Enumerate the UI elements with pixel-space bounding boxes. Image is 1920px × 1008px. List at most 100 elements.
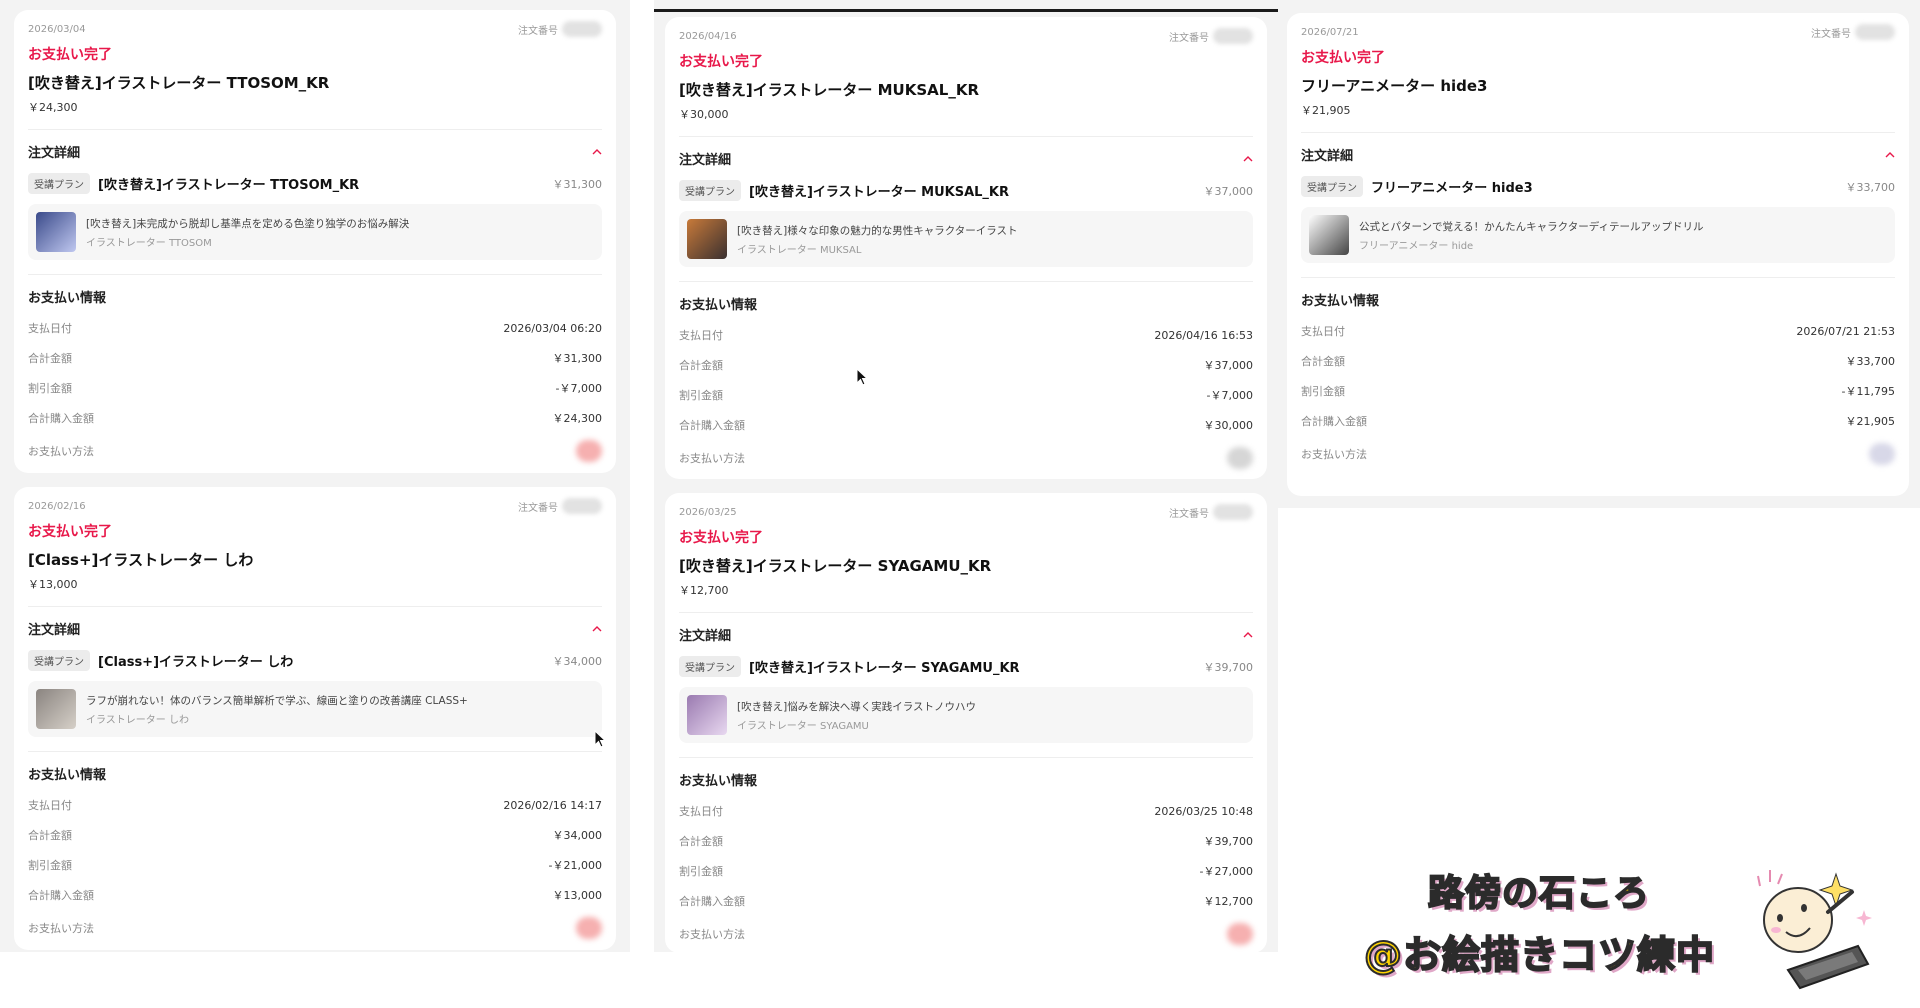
- order-card: 2026/04/16 注文番号 お支払い完了 [吹き替え]イラストレーター MU…: [665, 17, 1267, 479]
- card-header: 2026/02/16 注文番号: [28, 487, 602, 517]
- order-title: [Class+]イラストレーター しわ: [28, 551, 254, 569]
- payment-status: お支払い完了: [679, 54, 763, 70]
- order-card: 2026/03/25 注文番号 お支払い完了 [吹き替え]イラストレーター SY…: [665, 493, 1267, 953]
- purchase-total-value: ￥30,000: [1203, 419, 1254, 432]
- order-number-redacted: [1213, 504, 1253, 520]
- payment-date-value: 2026/07/21 21:53: [1796, 324, 1895, 338]
- payment-info-label: お支払い情報: [679, 298, 758, 313]
- card-header: 2026/03/25 注文番号: [679, 493, 1253, 523]
- order-details-heading: 注文詳細: [679, 153, 732, 168]
- course-title: ラフが崩れない！体のバランス簡単解析で学ぶ、線画と塗りの改善講座 CLASS+: [86, 694, 468, 707]
- total-amount-label: 合計金額: [28, 829, 72, 842]
- course-author: フリーアニメーター hide: [1359, 240, 1474, 252]
- payment-method-icon: [1227, 447, 1253, 469]
- order-column-1: 2026/03/04 注文番号 お支払い完了 [吹き替え]イラストレーター TT…: [0, 0, 630, 952]
- divider: [1301, 277, 1895, 278]
- order-date: 2026/04/16: [679, 30, 737, 42]
- total-amount-value: ￥39,700: [1203, 835, 1254, 848]
- divider: [1301, 132, 1895, 133]
- course-item[interactable]: [吹き替え]様々な印象の魅力的な男性キャラクターイラスト イラストレーター MU…: [679, 211, 1253, 267]
- order-details-toggle[interactable]: 注文詳細: [679, 625, 1253, 644]
- order-details-toggle[interactable]: 注文詳細: [28, 142, 602, 161]
- discount-value: -￥7,000: [1206, 389, 1253, 402]
- course-item[interactable]: 公式とパターンで覚える！かんたんキャラクターディテールアップドリル フリーアニメ…: [1301, 207, 1895, 263]
- order-column-3: 2026/07/21 注文番号 お支払い完了 フリーアニメーター hide3 ￥…: [1278, 0, 1920, 508]
- payment-status: お支払い完了: [28, 524, 112, 540]
- purchase-total-value: ￥21,905: [1845, 415, 1896, 428]
- payment-date-value: 2026/03/25 10:48: [1154, 804, 1253, 818]
- payment-date-row: 支払日付 2026/04/16 16:53: [679, 327, 1253, 343]
- chevron-up-icon[interactable]: [1243, 630, 1253, 640]
- discount-row: 割引金額 -￥21,000: [28, 857, 602, 873]
- payment-info-heading: お支払い情報: [28, 287, 602, 306]
- watermark-logo: 路傍の石ころ @お絵描きコツ練中: [1360, 860, 1880, 990]
- payment-date-value: 2026/03/04 06:20: [503, 321, 602, 335]
- watermark-line-1: 路傍の石ころ: [1427, 872, 1651, 915]
- course-author: イラストレーター MUKSAL: [737, 244, 862, 256]
- purchase-total-label: 合計購入金額: [28, 889, 94, 902]
- order-number-label: 注文番号: [1169, 508, 1209, 520]
- top-divider: [654, 9, 1278, 12]
- plan-row: 受講プラン [吹き替え]イラストレーター TTOSOM_KR ￥31,300: [28, 173, 602, 194]
- order-date: 2026/02/16: [28, 500, 86, 512]
- payment-info-heading: お支払い情報: [679, 294, 1253, 313]
- discount-value: -￥21,000: [548, 859, 602, 872]
- payment-info-label: お支払い情報: [679, 774, 758, 789]
- total-amount-value: ￥34,000: [552, 829, 603, 842]
- discount-label: 割引金額: [679, 865, 723, 878]
- purchase-total-row: 合計購入金額 ￥24,300: [28, 410, 602, 426]
- divider: [28, 751, 602, 752]
- discount-label: 割引金額: [28, 859, 72, 872]
- mascot-drawing-tablet-icon: [1757, 870, 1872, 990]
- divider: [679, 612, 1253, 613]
- total-amount-row: 合計金額 ￥39,700: [679, 833, 1253, 849]
- payment-info-label: お支払い情報: [1301, 294, 1380, 309]
- mouse-cursor-icon: [856, 368, 868, 386]
- plan-row: 受講プラン [吹き替え]イラストレーター SYAGAMU_KR ￥39,700: [679, 656, 1253, 677]
- payment-info-label: お支払い情報: [28, 291, 107, 306]
- plan-price: ￥31,300: [552, 177, 603, 191]
- order-card: 2026/07/21 注文番号 お支払い完了 フリーアニメーター hide3 ￥…: [1287, 13, 1909, 496]
- watermark-line-2: @お絵描きコツ練中: [1363, 932, 1716, 978]
- chevron-up-icon[interactable]: [592, 147, 602, 157]
- purchase-total-value: ￥13,000: [552, 889, 603, 902]
- plan-name: フリーアニメーター hide3: [1371, 181, 1533, 196]
- course-title: [吹き替え]未完成から脱却し基準点を定める色塗り独学のお悩み解決: [86, 217, 410, 230]
- discount-row: 割引金額 -￥7,000: [28, 380, 602, 396]
- purchase-total-label: 合計購入金額: [1301, 415, 1367, 428]
- payment-method-icon: [1869, 443, 1895, 465]
- order-number-label: 注文番号: [518, 502, 558, 514]
- chevron-up-icon[interactable]: [1243, 154, 1253, 164]
- order-card: 2026/02/16 注文番号 お支払い完了 [Class+]イラストレーター …: [14, 487, 616, 950]
- payment-date-label: 支払日付: [679, 805, 723, 818]
- order-details-toggle[interactable]: 注文詳細: [28, 619, 602, 638]
- payment-info-heading: お支払い情報: [679, 770, 1253, 789]
- discount-value: -￥11,795: [1841, 385, 1895, 398]
- purchase-total-label: 合計購入金額: [679, 419, 745, 432]
- payment-date-row: 支払日付 2026/02/16 14:17: [28, 797, 602, 813]
- purchase-total-row: 合計購入金額 ￥21,905: [1301, 413, 1895, 429]
- order-details-toggle[interactable]: 注文詳細: [679, 149, 1253, 168]
- discount-value: -￥7,000: [555, 382, 602, 395]
- discount-value: -￥27,000: [1199, 865, 1253, 878]
- course-item[interactable]: [吹き替え]悩みを解決へ導く実践イラストノウハウ イラストレーター SYAGAM…: [679, 687, 1253, 743]
- course-thumbnail: [687, 219, 727, 259]
- payment-date-label: 支払日付: [679, 329, 723, 342]
- course-item[interactable]: ラフが崩れない！体のバランス簡単解析で学ぶ、線画と塗りの改善講座 CLASS+ …: [28, 681, 602, 737]
- order-number: 注文番号: [1169, 28, 1253, 44]
- course-item[interactable]: [吹き替え]未完成から脱却し基準点を定める色塗り独学のお悩み解決 イラストレータ…: [28, 204, 602, 260]
- chevron-up-icon[interactable]: [1885, 150, 1895, 160]
- payment-method-icon: [1227, 923, 1253, 945]
- total-amount-label: 合計金額: [679, 359, 723, 372]
- chevron-up-icon[interactable]: [592, 624, 602, 634]
- payment-date-label: 支払日付: [28, 322, 72, 335]
- order-details-toggle[interactable]: 注文詳細: [1301, 145, 1895, 164]
- purchase-total-row: 合計購入金額 ￥13,000: [28, 887, 602, 903]
- order-number-label: 注文番号: [1811, 28, 1851, 40]
- payment-method-row: お支払い方法: [28, 440, 602, 462]
- divider: [679, 757, 1253, 758]
- purchase-total-value: ￥12,700: [1203, 895, 1254, 908]
- payment-info-heading: お支払い情報: [1301, 290, 1895, 309]
- payment-date-row: 支払日付 2026/07/21 21:53: [1301, 323, 1895, 339]
- payment-method-row: お支払い方法: [28, 917, 602, 939]
